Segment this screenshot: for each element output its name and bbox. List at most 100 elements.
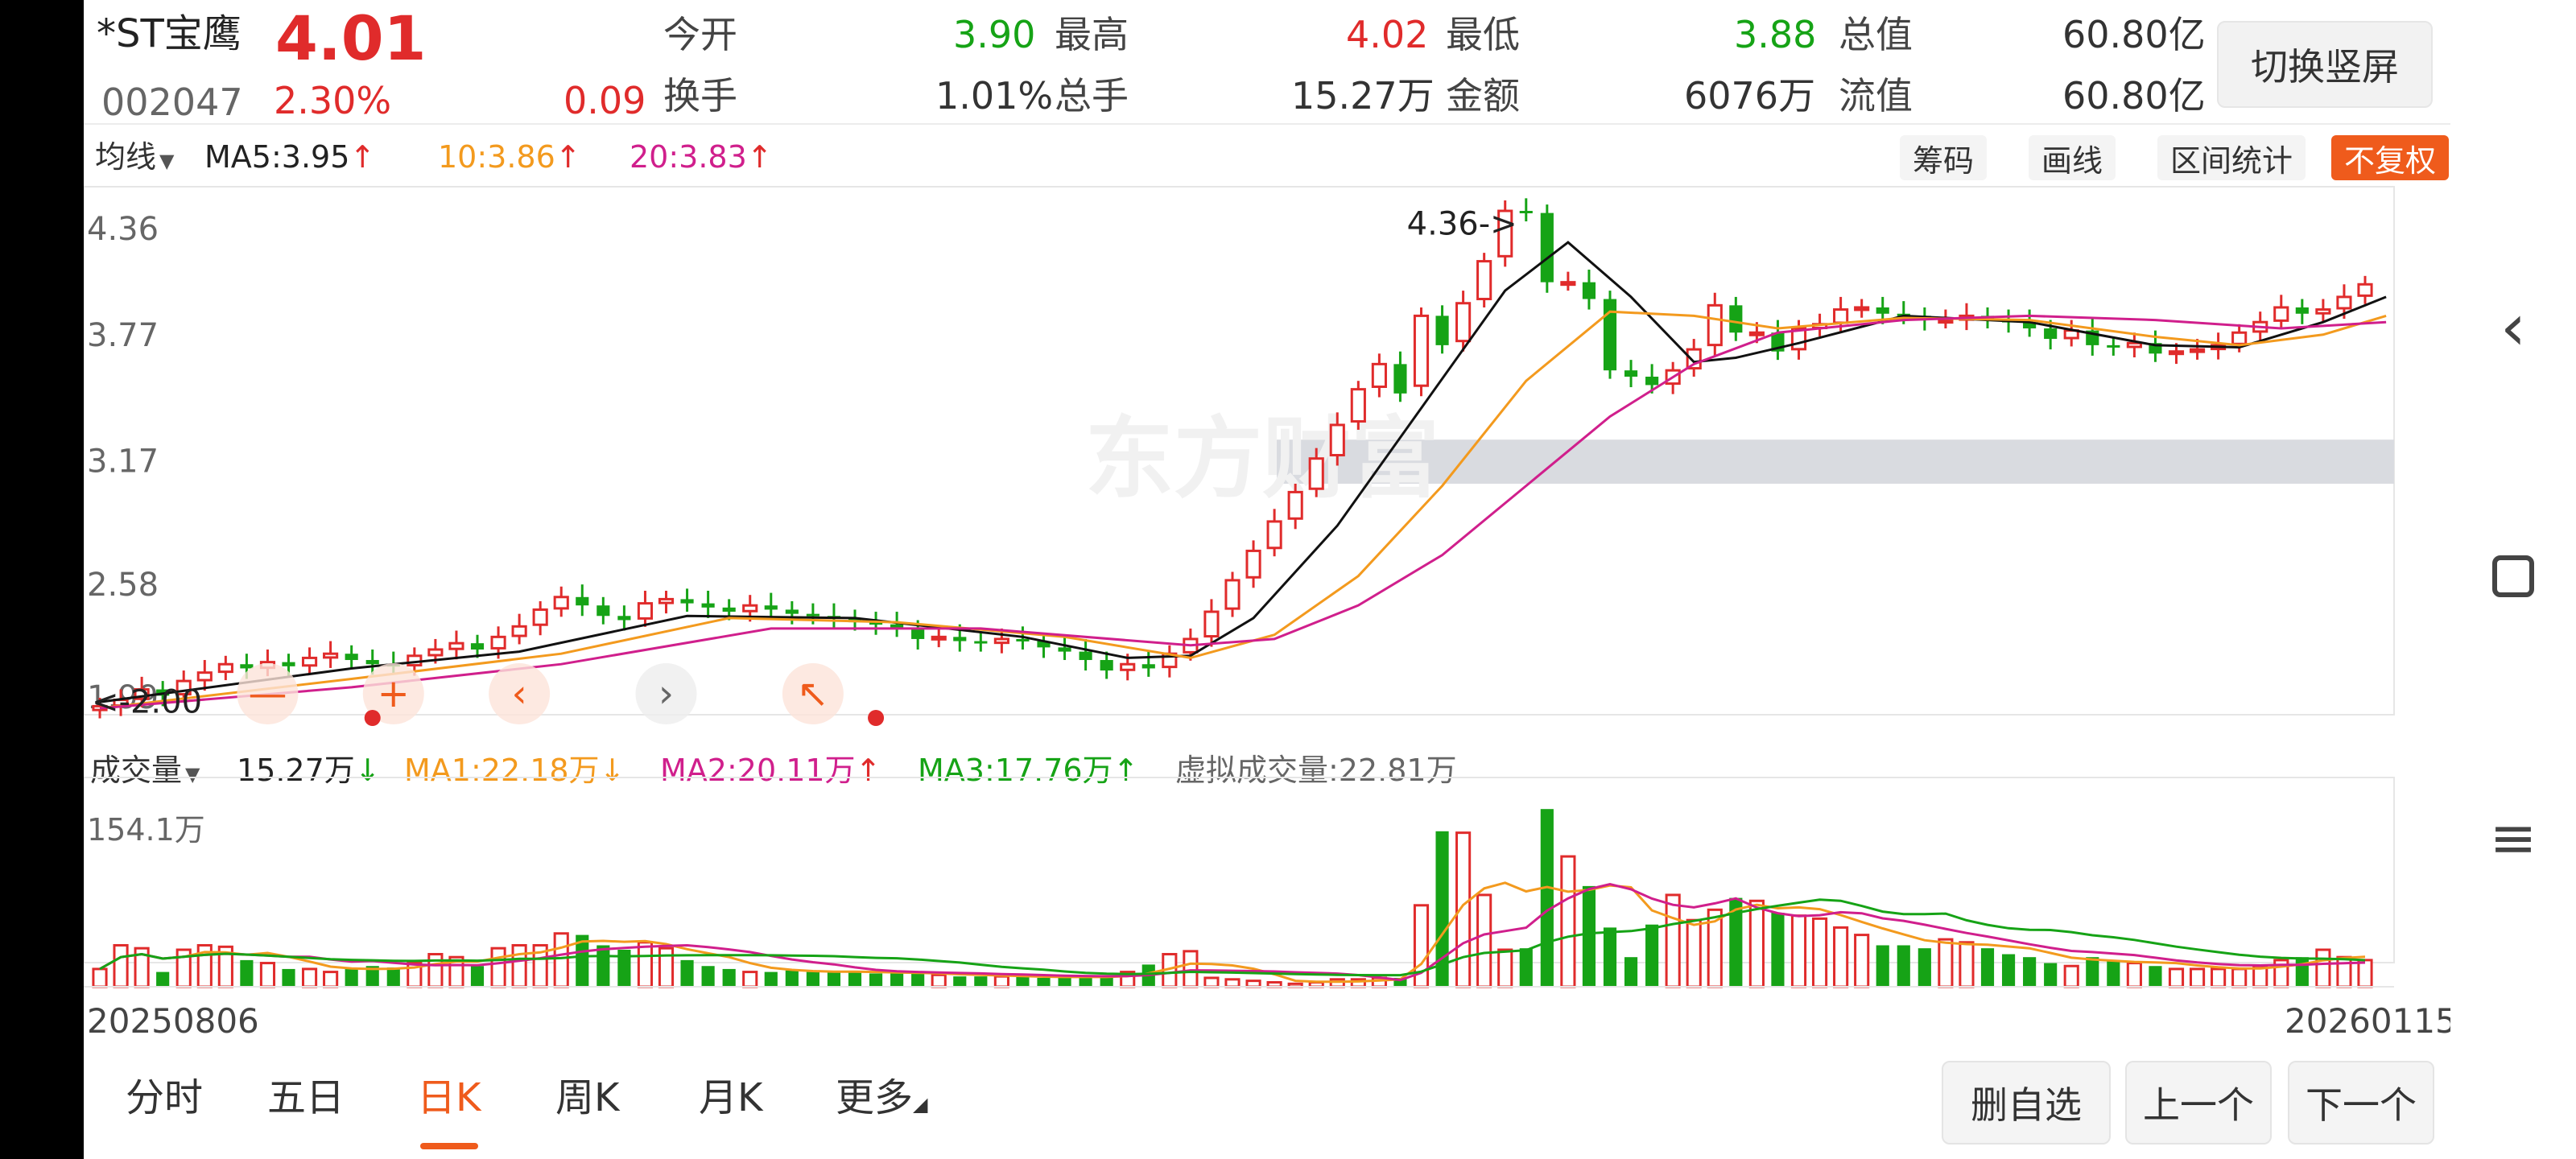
- y-tick-label: 3.17: [87, 443, 159, 480]
- candle-body: [637, 602, 654, 620]
- volume-bar: [553, 932, 569, 988]
- volume-bar: [658, 947, 675, 988]
- tab-daily-k[interactable]: 日K: [417, 1079, 481, 1117]
- volume-bar: [1665, 893, 1681, 988]
- volume-bar: [323, 971, 339, 988]
- volume-bar: [742, 971, 758, 988]
- candle-body: [365, 660, 379, 665]
- candle-body: [532, 608, 548, 626]
- candle-body: [1203, 610, 1220, 638]
- y-tick-label: 2.58: [87, 567, 159, 604]
- candle-body: [1079, 651, 1092, 661]
- volume-bar: [2063, 964, 2079, 988]
- volume-bar: [2295, 957, 2309, 987]
- volume-bar: [427, 953, 444, 988]
- volume-bar: [2315, 948, 2331, 988]
- remove-watchlist-button[interactable]: 删自选: [1942, 1061, 2111, 1145]
- candle-body: [2357, 283, 2373, 297]
- recents-nav-icon[interactable]: ≡: [2450, 805, 2576, 871]
- volume-bar: [1203, 976, 1220, 988]
- expand-icon: ↖: [797, 671, 829, 716]
- candle-body: [2295, 307, 2309, 314]
- volume-bar: [597, 945, 610, 987]
- candle-body: [490, 635, 506, 650]
- candle-body: [345, 654, 358, 661]
- candle-body: [2315, 308, 2331, 315]
- end-date: 20260115: [2285, 1001, 2457, 1041]
- candle-body: [806, 613, 819, 617]
- candle-body: [553, 596, 569, 610]
- kline-chart[interactable]: 东方财富4.363.773.172.581.994.36-><-2.00— + ‹ ›…: [84, 0, 2450, 1159]
- volume-bar: [1854, 934, 1870, 988]
- candle-body: [1455, 302, 1472, 343]
- min-annotation: <-2.00: [92, 683, 202, 720]
- tab-intraday[interactable]: 分时: [126, 1079, 203, 1117]
- candle-body: [1393, 364, 1407, 394]
- candle-body: [1624, 370, 1638, 377]
- candle-body: [576, 596, 589, 606]
- candle-body: [597, 605, 610, 617]
- candle-body: [785, 609, 799, 614]
- volume-bar: [1519, 948, 1533, 987]
- home-nav-icon[interactable]: [2450, 555, 2576, 597]
- tab-weekly-k[interactable]: 周K: [555, 1079, 619, 1117]
- remove-icon: —: [248, 671, 287, 716]
- volume-bar: [1771, 913, 1785, 987]
- candle-body: [240, 664, 254, 669]
- candle-body: [1729, 305, 1743, 333]
- system-nav-bar: ‹ ≡: [2450, 0, 2576, 1159]
- candle-body: [1308, 457, 1324, 490]
- volume-bar: [1748, 899, 1765, 988]
- volume-bar: [490, 947, 506, 988]
- volume-bar: [1037, 977, 1051, 987]
- volume-bar: [1686, 918, 1702, 988]
- next-button[interactable]: 下一个: [2288, 1061, 2434, 1145]
- candle-body: [1603, 299, 1617, 371]
- tab-five-day[interactable]: 五日: [267, 1079, 345, 1117]
- corner-triangle-icon: ◢: [913, 1093, 928, 1116]
- volume-bar: [282, 968, 295, 987]
- stock-kline-screen: *ST宝鹰 4.01 002047 2.30% 0.09 今开 3.90 最高 …: [84, 0, 2457, 1159]
- candle-body: [217, 662, 233, 674]
- left-black-bar: [0, 0, 84, 1159]
- candle-body: [974, 641, 988, 644]
- candle-body: [680, 599, 694, 604]
- candle-body: [617, 616, 631, 621]
- candle-body: [448, 641, 464, 650]
- volume-bar: [911, 973, 925, 987]
- volume-bar: [2231, 967, 2248, 988]
- y-tick-label: 4.36: [87, 211, 159, 248]
- volume-bar: [722, 968, 736, 987]
- volume-bar: [113, 943, 129, 988]
- volume-bar: [240, 959, 254, 987]
- tab-more-label: 更多: [836, 1075, 914, 1120]
- volume-bar: [953, 976, 967, 987]
- volume-bar: [301, 967, 318, 988]
- candle-body: [993, 637, 1009, 645]
- volume-bar: [92, 967, 108, 988]
- candle-body: [2336, 295, 2352, 310]
- volume-bar: [1876, 945, 1889, 987]
- previous-button[interactable]: 上一个: [2125, 1061, 2272, 1145]
- volume-bar: [1938, 938, 1954, 988]
- back-nav-icon[interactable]: ‹: [2450, 290, 2576, 365]
- candle-body: [1016, 638, 1030, 641]
- candle-body: [1582, 282, 1596, 299]
- tab-monthly-k[interactable]: 月K: [699, 1079, 762, 1117]
- candle-body: [1519, 211, 1533, 213]
- tab-more[interactable]: 更多◢: [836, 1079, 927, 1117]
- volume-bar: [1980, 948, 1995, 987]
- candle-body: [301, 656, 318, 667]
- volume-bar: [2336, 955, 2352, 988]
- y-tick-label: 3.77: [87, 317, 159, 354]
- candle-body: [2107, 344, 2120, 348]
- candle-body: [1287, 490, 1303, 520]
- candle-body: [2231, 331, 2248, 345]
- candle-body: [1748, 331, 1765, 336]
- candle-body: [701, 603, 715, 608]
- candle-body: [2044, 328, 2058, 340]
- candle-body: [1833, 308, 1849, 324]
- candle-body: [1141, 664, 1155, 669]
- candle-body: [1938, 319, 1954, 324]
- candle-body: [1854, 306, 1870, 311]
